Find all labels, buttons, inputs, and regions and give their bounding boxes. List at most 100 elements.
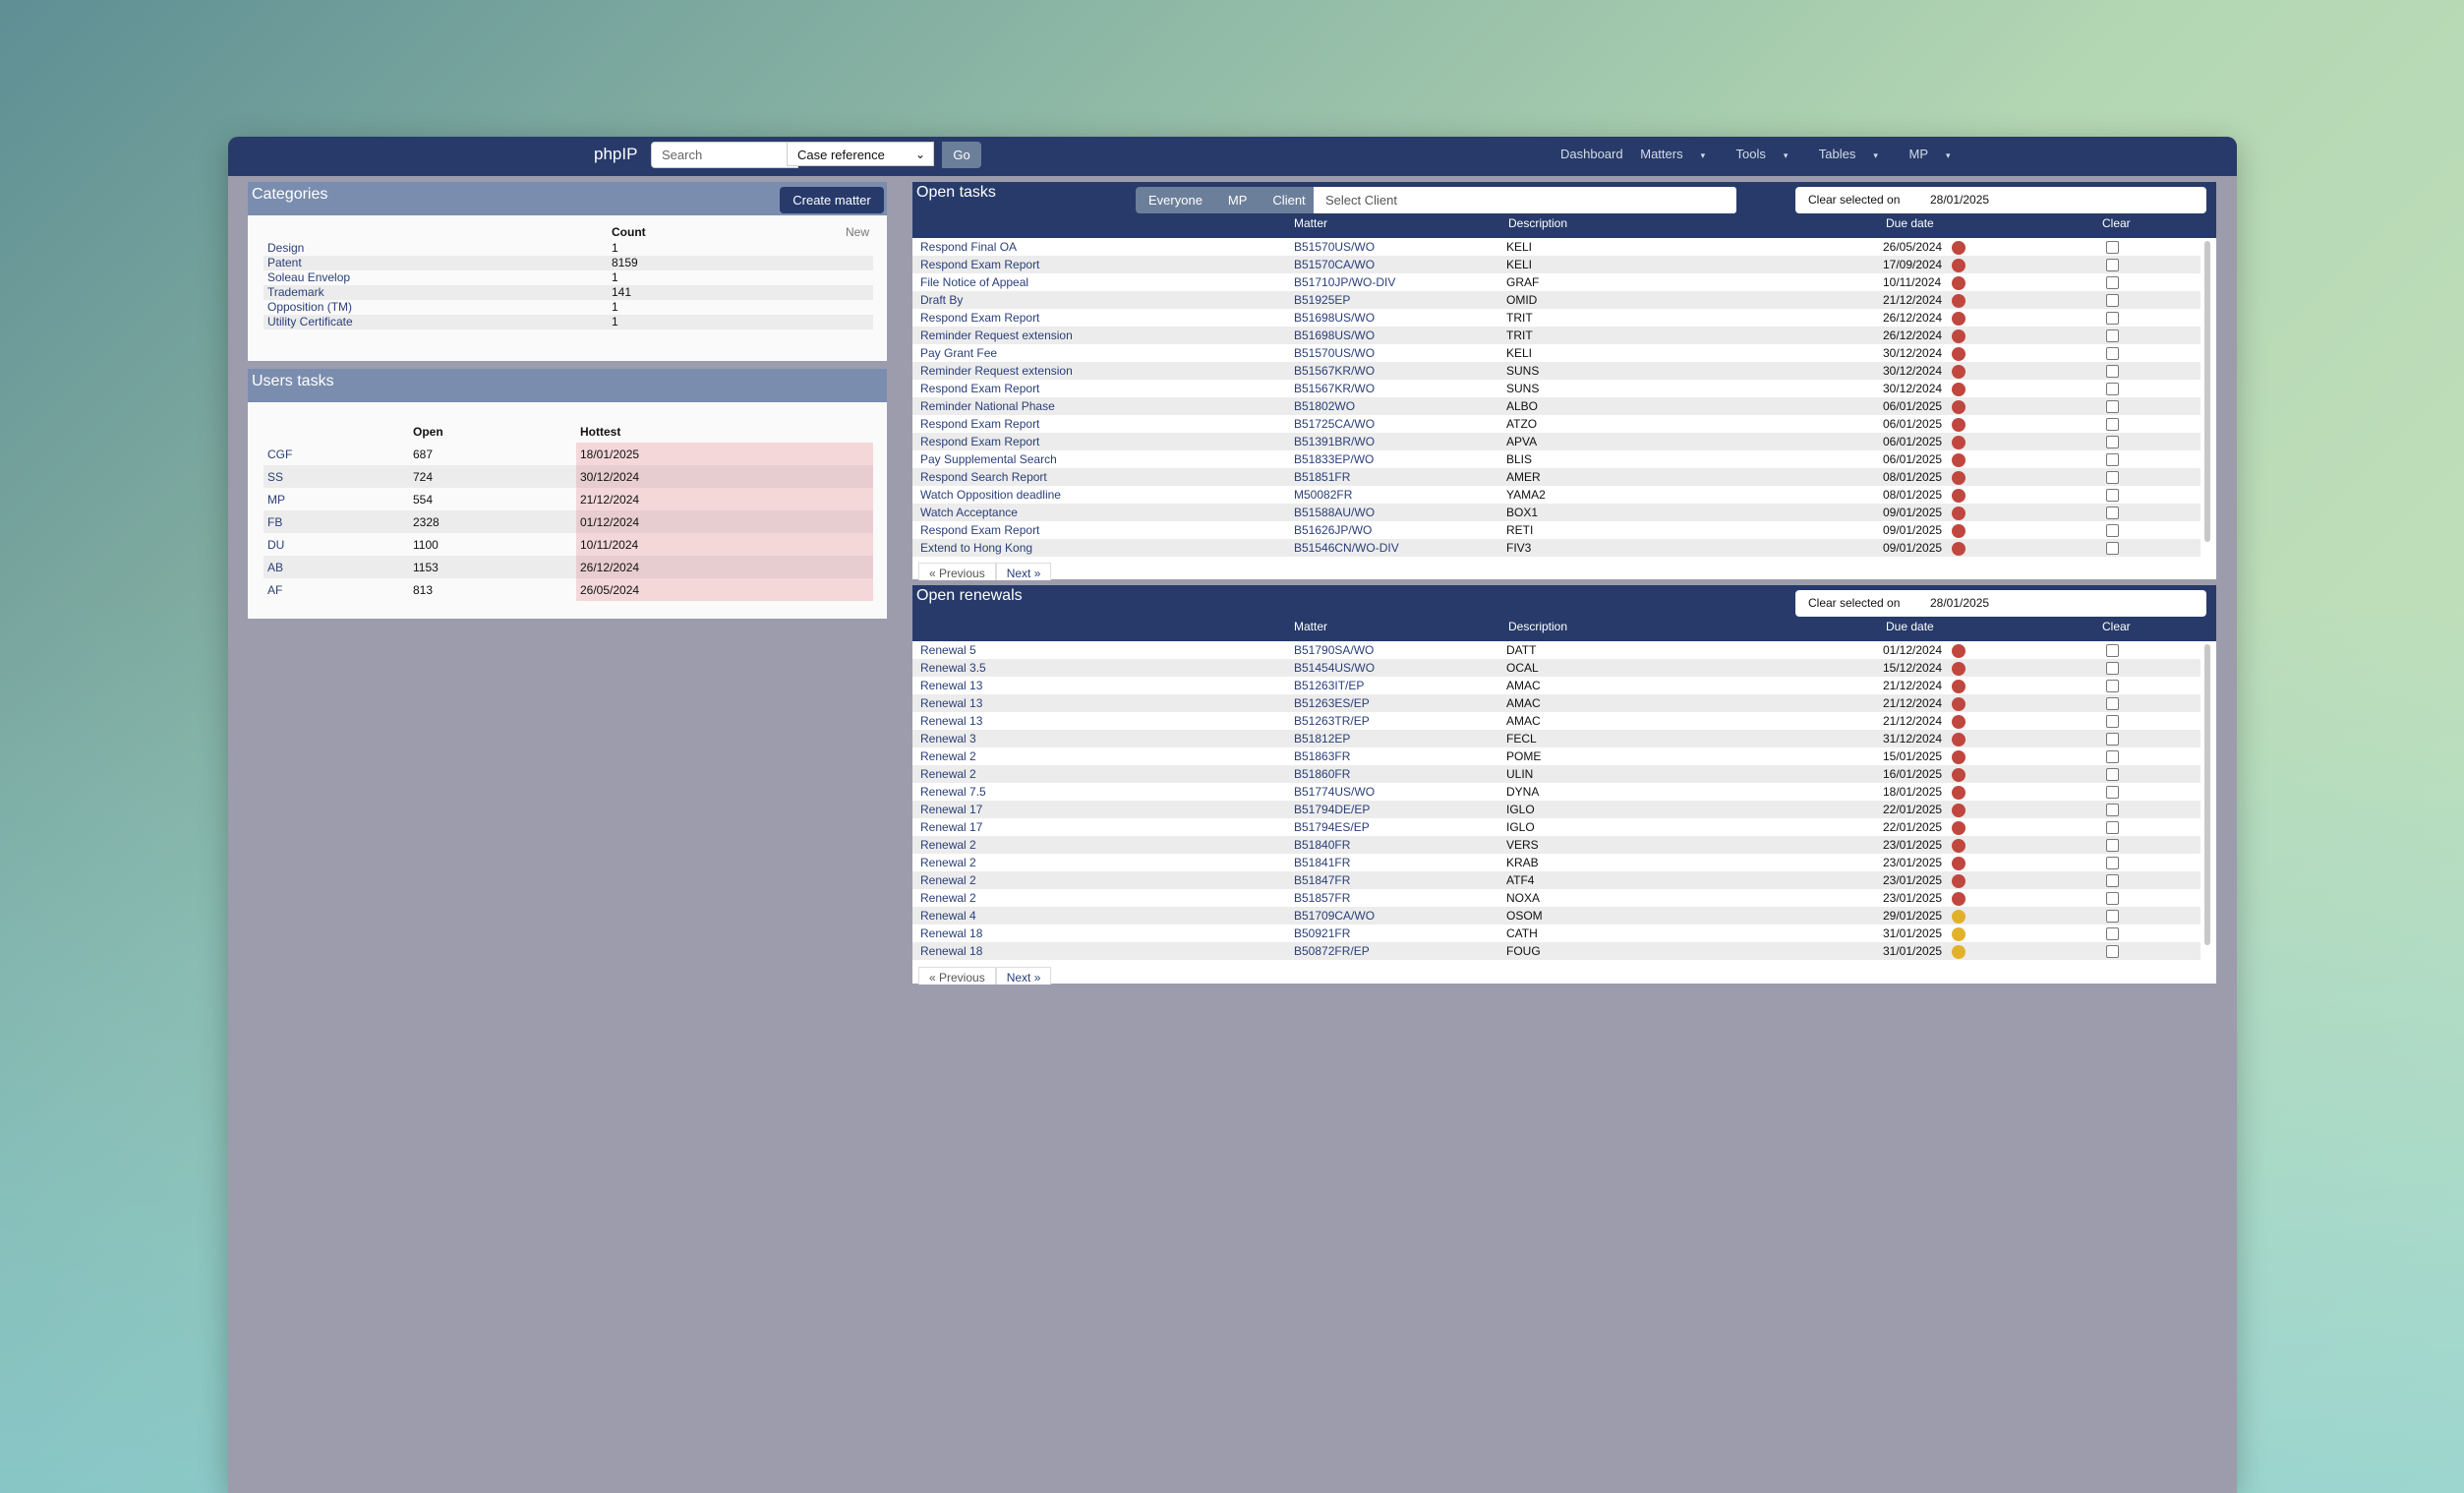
clear-checkbox[interactable] — [2106, 733, 2119, 746]
clear-checkbox[interactable] — [2106, 892, 2119, 905]
clear-checkbox[interactable] — [2106, 680, 2119, 692]
task-link[interactable]: Respond Exam Report — [920, 380, 1039, 397]
clear-checkbox[interactable] — [2106, 927, 2119, 940]
matter-link[interactable]: B50921FR — [1294, 925, 1350, 942]
clear-checkbox[interactable] — [2106, 874, 2119, 887]
clear-checkbox[interactable] — [2106, 542, 2119, 555]
matter-link[interactable]: B51626JP/WO — [1294, 521, 1372, 539]
matter-link[interactable]: B51567KR/WO — [1294, 380, 1375, 397]
task-link[interactable]: Renewal 13 — [920, 677, 982, 694]
matter-link[interactable]: B51263ES/EP — [1294, 694, 1370, 712]
clear-checkbox[interactable] — [2106, 329, 2119, 342]
matter-link[interactable]: B51546CN/WO-DIV — [1294, 539, 1399, 557]
matter-link[interactable]: B51925EP — [1294, 291, 1350, 309]
clear-checkbox[interactable] — [2106, 644, 2119, 657]
task-link[interactable]: Renewal 2 — [920, 871, 976, 889]
user-code[interactable]: FB — [264, 510, 409, 533]
user-code[interactable]: AB — [264, 556, 409, 578]
matter-link[interactable]: B51790SA/WO — [1294, 641, 1374, 659]
previous-button[interactable]: « Previous — [918, 967, 996, 985]
user-row[interactable]: AB 1153 26/12/2024 — [264, 556, 873, 578]
task-link[interactable]: Renewal 4 — [920, 907, 976, 925]
matter-link[interactable]: B51841FR — [1294, 854, 1350, 871]
category-row[interactable]: Soleau Envelop 1 — [264, 270, 873, 285]
clear-checkbox[interactable] — [2106, 945, 2119, 958]
filter-mp[interactable]: MP — [1214, 187, 1261, 213]
renewals-scrollbar[interactable] — [2204, 644, 2210, 945]
task-link[interactable]: Renewal 2 — [920, 836, 976, 854]
matter-link[interactable]: B51709CA/WO — [1294, 907, 1375, 925]
category-name[interactable]: Opposition (TM) — [264, 300, 608, 315]
clear-checkbox[interactable] — [2106, 507, 2119, 519]
category-row[interactable]: Design 1 — [264, 241, 873, 256]
clear-checkbox[interactable] — [2106, 365, 2119, 378]
user-code[interactable]: CGF — [264, 443, 409, 465]
previous-button[interactable]: « Previous — [918, 563, 996, 580]
task-link[interactable]: Renewal 2 — [920, 747, 976, 765]
clear-checkbox[interactable] — [2106, 804, 2119, 816]
clear-date-input[interactable]: 28/01/2025 — [1930, 187, 1989, 213]
clear-checkbox[interactable] — [2106, 453, 2119, 466]
task-link[interactable]: Renewal 13 — [920, 712, 982, 730]
matter-link[interactable]: B51774US/WO — [1294, 783, 1375, 801]
clear-checkbox[interactable] — [2106, 910, 2119, 923]
task-link[interactable]: Reminder National Phase — [920, 397, 1055, 415]
search-type-select[interactable]: Case reference ⌄ — [787, 142, 934, 166]
task-link[interactable]: Renewal 2 — [920, 854, 976, 871]
matter-link[interactable]: B51840FR — [1294, 836, 1350, 854]
matter-link[interactable]: B51698US/WO — [1294, 327, 1375, 344]
matter-link[interactable]: B51802WO — [1294, 397, 1355, 415]
matter-link[interactable]: B51812EP — [1294, 730, 1350, 747]
matter-link[interactable]: B51570US/WO — [1294, 344, 1375, 362]
clear-checkbox[interactable] — [2106, 383, 2119, 395]
matter-link[interactable]: B51794DE/EP — [1294, 801, 1370, 818]
task-link[interactable]: Respond Exam Report — [920, 256, 1039, 273]
clear-checkbox[interactable] — [2106, 489, 2119, 502]
clear-checkbox[interactable] — [2106, 786, 2119, 799]
task-link[interactable]: Reminder Request extension — [920, 327, 1073, 344]
go-button[interactable]: Go — [942, 142, 981, 168]
clear-checkbox[interactable] — [2106, 857, 2119, 869]
task-link[interactable]: Renewal 13 — [920, 694, 982, 712]
task-link[interactable]: Renewal 3.5 — [920, 659, 986, 677]
matter-link[interactable]: B51263TR/EP — [1294, 712, 1370, 730]
task-link[interactable]: Renewal 18 — [920, 942, 982, 960]
clear-checkbox[interactable] — [2106, 436, 2119, 448]
category-row[interactable]: Utility Certificate 1 — [264, 315, 873, 329]
category-row[interactable]: Opposition (TM) 1 — [264, 300, 873, 315]
category-name[interactable]: Patent — [264, 256, 608, 270]
matter-link[interactable]: B51454US/WO — [1294, 659, 1375, 677]
clear-checkbox[interactable] — [2106, 471, 2119, 484]
user-row[interactable]: CGF 687 18/01/2025 — [264, 443, 873, 465]
next-button[interactable]: Next » — [995, 967, 1052, 985]
user-row[interactable]: AF 813 26/05/2024 — [264, 578, 873, 601]
filter-client[interactable]: Client — [1260, 187, 1319, 213]
nav-tools[interactable]: Tools ▾ — [1736, 147, 1802, 161]
user-code[interactable]: AF — [264, 578, 409, 601]
task-link[interactable]: Reminder Request extension — [920, 362, 1073, 380]
matter-link[interactable]: B51857FR — [1294, 889, 1350, 907]
matter-link[interactable]: B51567KR/WO — [1294, 362, 1375, 380]
nav-user[interactable]: MP ▾ — [1909, 147, 1965, 161]
task-link[interactable]: Renewal 7.5 — [920, 783, 986, 801]
clear-checkbox[interactable] — [2106, 418, 2119, 431]
task-link[interactable]: Respond Exam Report — [920, 521, 1039, 539]
task-link[interactable]: Respond Exam Report — [920, 415, 1039, 433]
matter-link[interactable]: M50082FR — [1294, 486, 1352, 504]
matter-link[interactable]: B51698US/WO — [1294, 309, 1375, 327]
matter-link[interactable]: B51860FR — [1294, 765, 1350, 783]
task-link[interactable]: Watch Opposition deadline — [920, 486, 1061, 504]
matter-link[interactable]: B51710JP/WO-DIV — [1294, 273, 1395, 291]
clear-checkbox[interactable] — [2106, 839, 2119, 852]
clear-checkbox[interactable] — [2106, 768, 2119, 781]
task-link[interactable]: Respond Final OA — [920, 238, 1017, 256]
task-link[interactable]: Renewal 3 — [920, 730, 976, 747]
clear-checkbox[interactable] — [2106, 400, 2119, 413]
matter-link[interactable]: B51263IT/EP — [1294, 677, 1364, 694]
matter-link[interactable]: B51833EP/WO — [1294, 450, 1374, 468]
task-link[interactable]: Respond Exam Report — [920, 309, 1039, 327]
matter-link[interactable]: B51391BR/WO — [1294, 433, 1375, 450]
matter-link[interactable]: B50872FR/EP — [1294, 942, 1370, 960]
task-link[interactable]: Respond Search Report — [920, 468, 1047, 486]
clear-checkbox[interactable] — [2106, 821, 2119, 834]
